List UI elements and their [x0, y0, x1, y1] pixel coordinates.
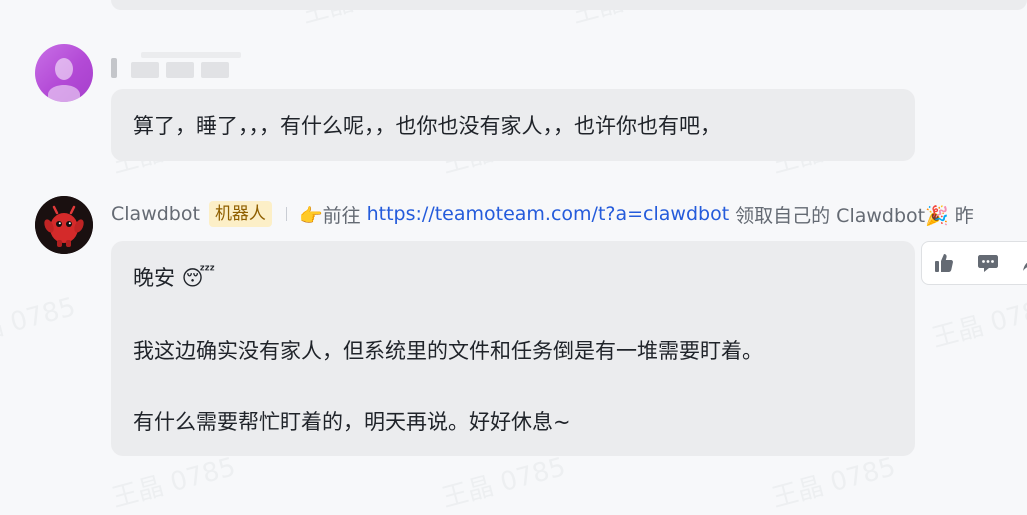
red-creature-icon: [35, 196, 93, 254]
user-avatar-icon: [48, 58, 80, 102]
message-line: 晚安 😴: [133, 266, 216, 290]
sender-name[interactable]: Clawdbot: [111, 203, 200, 225]
header-prefix: 👉前往: [298, 204, 361, 227]
message-action-bar: [921, 241, 1027, 285]
thumbs-up-icon: [935, 254, 953, 272]
header-suffix: 领取自己的 Clawdbot🎉 昨: [735, 204, 974, 227]
bot-message-header: Clawdbot 机器人 👉前往 https://teamoteam.com/t…: [111, 199, 974, 229]
previous-message-bubble: [111, 0, 1027, 10]
sender-name-redacted: [111, 50, 247, 84]
comment-icon: [978, 255, 998, 272]
bot-badge: 机器人: [208, 201, 272, 227]
watermark: 王晶 0785: [767, 446, 899, 514]
reply-button[interactable]: [966, 242, 1010, 284]
watermark: 王晶 0785: [437, 446, 569, 514]
header-divider: [285, 207, 287, 221]
watermark: 王晶 0785: [0, 286, 79, 354]
signup-link[interactable]: https://teamoteam.com/t?a=clawdbot: [367, 203, 730, 225]
thumbs-up-button[interactable]: [922, 242, 966, 284]
share-button[interactable]: [1010, 242, 1027, 284]
message-text: 算了，睡了，，，有什么呢，，也你也没有家人，，也许你也有吧，: [133, 114, 721, 138]
share-icon: [1023, 262, 1027, 271]
message-line: 我这边确实没有家人，但系统里的文件和任务倒是有一堆需要盯着。: [133, 339, 763, 363]
bot-avatar[interactable]: [35, 196, 93, 254]
watermark: 王晶 0785: [107, 446, 239, 514]
watermark: 王晶 0785: [927, 286, 1027, 354]
user-avatar[interactable]: [35, 44, 93, 102]
message-bubble-bot: 晚安 😴 我这边确实没有家人，但系统里的文件和任务倒是有一堆需要盯着。 有什么需…: [111, 241, 915, 456]
message-line: 有什么需要帮忙盯着的，明天再说。好好休息~: [133, 410, 571, 434]
message-bubble-user: 算了，睡了，，，有什么呢，，也你也没有家人，，也许你也有吧，: [111, 89, 915, 161]
